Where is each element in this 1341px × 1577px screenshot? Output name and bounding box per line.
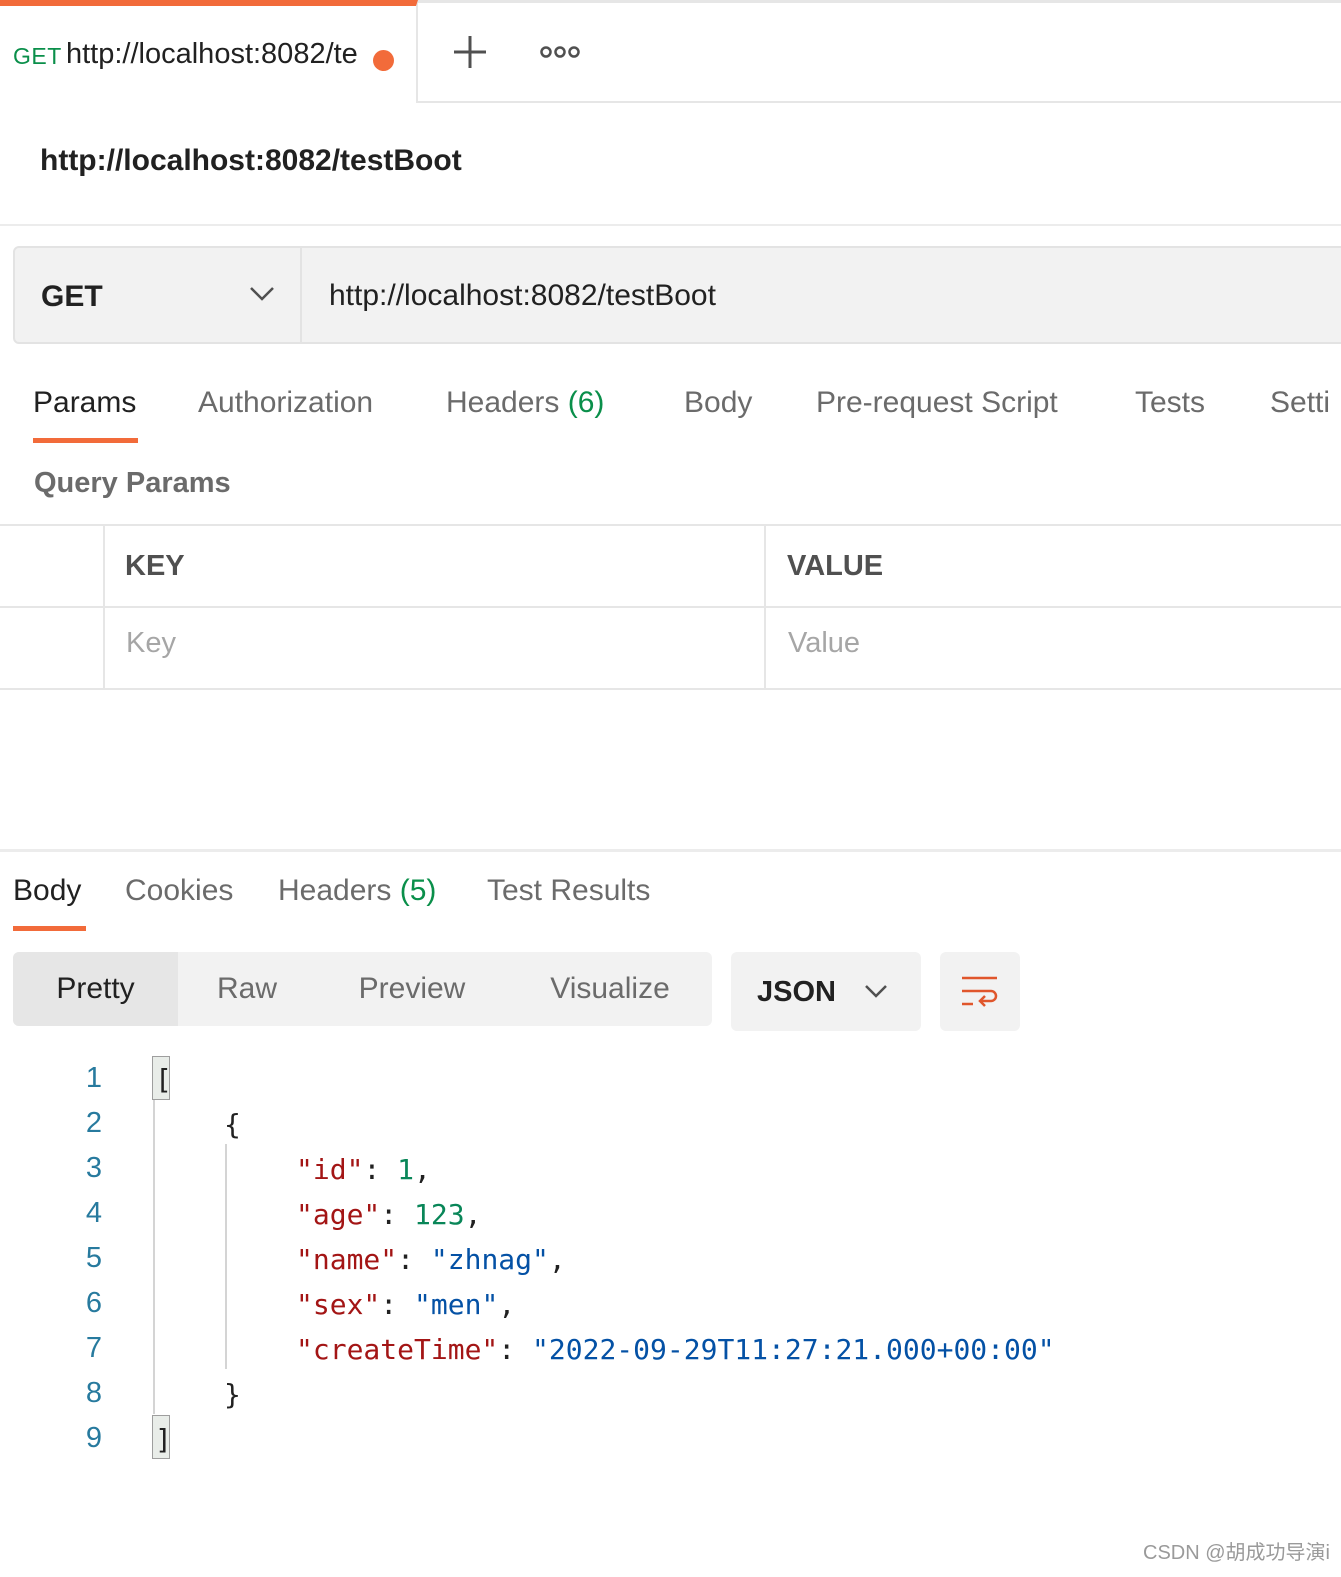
response-tab-test-results[interactable]: Test Results (487, 874, 650, 908)
json-value: "2022-09-29T11:27:21.000+00:00" (532, 1333, 1055, 1366)
wrap-lines-icon (962, 976, 998, 1007)
request-tabs: Params Authorization Headers (6) Body Pr… (0, 382, 1341, 452)
line-number: 4 (85, 1197, 102, 1229)
view-mode-visualize[interactable]: Visualize (508, 952, 712, 1026)
param-value-input[interactable] (788, 608, 1333, 678)
active-tab-indicator (33, 438, 138, 443)
watermark: CSDN @胡成功导演i (1143, 1542, 1330, 1564)
json-key: "name" (296, 1243, 398, 1276)
json-key: "createTime" (296, 1333, 499, 1366)
line-number: 8 (85, 1377, 102, 1409)
response-pane-divider[interactable] (0, 849, 1341, 852)
tab-params[interactable]: Params (33, 386, 136, 420)
url-input[interactable] (304, 248, 1341, 342)
more-tabs-button[interactable] (536, 36, 584, 68)
chevron-down-icon (250, 287, 274, 301)
line-number: 6 (85, 1287, 102, 1319)
query-params-table: KEY VALUE (0, 524, 1341, 690)
request-tab-method: GET (13, 43, 62, 69)
view-mode-raw[interactable]: Raw (178, 952, 316, 1026)
key-column-header: KEY (125, 550, 185, 582)
tab-headers-count: (6) (567, 386, 605, 419)
json-value: "zhnag" (430, 1243, 549, 1276)
response-tab-headers-label: Headers (278, 874, 392, 907)
response-body-viewer[interactable]: 1 2 3 4 5 6 7 8 9 [ { "id": 1, "age": 12… (0, 1054, 1341, 1474)
format-select[interactable]: JSON (731, 952, 921, 1031)
line-number: 9 (85, 1422, 102, 1454)
more-options-icon (540, 46, 580, 58)
divider (0, 224, 1341, 226)
response-tab-cookies[interactable]: Cookies (125, 874, 233, 908)
query-params-title: Query Params (34, 467, 231, 499)
tab-settings[interactable]: Setti (1270, 386, 1330, 420)
code-line: "id": 1, (296, 1153, 431, 1186)
code-line: } (224, 1378, 241, 1411)
format-select-value: JSON (757, 976, 836, 1008)
line-number: 5 (85, 1242, 102, 1274)
code-line: "createTime": "2022-09-29T11:27:21.000+0… (296, 1333, 1055, 1366)
json-key: "sex" (296, 1288, 381, 1321)
response-tab-headers[interactable]: Headers (5) (278, 874, 436, 908)
json-comma: , (464, 1198, 482, 1231)
table-border (103, 524, 105, 690)
tab-pre-request-script[interactable]: Pre-request Script (816, 386, 1058, 420)
tab-bar: GET http://localhost:8082/testBoot (0, 0, 1341, 103)
code-line: "age": 123, (296, 1198, 482, 1231)
request-tab[interactable]: GET http://localhost:8082/testBoot (0, 0, 418, 103)
tab-body[interactable]: Body (684, 386, 752, 420)
tab-tests[interactable]: Tests (1135, 386, 1205, 420)
tab-bar-border (418, 0, 1341, 3)
line-number: 7 (85, 1332, 102, 1364)
json-key: "id" (296, 1153, 364, 1186)
response-tabs: Body Cookies Headers (5) Test Results (0, 868, 1341, 938)
method-select[interactable]: GET (15, 248, 302, 342)
value-column-header: VALUE (787, 550, 884, 582)
tab-headers-label: Headers (446, 386, 560, 419)
unsaved-changes-dot (373, 50, 394, 71)
chevron-down-icon (865, 985, 887, 998)
code-line: "sex": "men", (296, 1288, 516, 1321)
table-border (764, 524, 766, 690)
param-key-input[interactable] (126, 608, 756, 678)
url-bar: GET (13, 246, 1341, 344)
json-comma: , (548, 1243, 566, 1276)
plus-icon (454, 36, 486, 68)
view-mode-preview[interactable]: Preview (316, 952, 508, 1026)
response-tab-headers-count: (5) (399, 874, 437, 907)
response-tab-body[interactable]: Body (13, 874, 81, 908)
method-select-value: GET (41, 280, 103, 313)
active-response-tab-indicator (13, 926, 86, 931)
json-key: "age" (296, 1198, 381, 1231)
line-number: 2 (85, 1107, 102, 1139)
new-tab-button[interactable] (448, 30, 492, 74)
line-number: 1 (85, 1062, 102, 1094)
json-value: 123 (414, 1198, 465, 1231)
view-mode-pretty[interactable]: Pretty (13, 952, 178, 1026)
code-line: ] (155, 1423, 172, 1456)
view-mode-selector: Pretty Raw Preview Visualize (13, 952, 712, 1026)
json-comma: , (498, 1288, 516, 1321)
indent-guide (225, 1144, 227, 1369)
code-line: [ (155, 1063, 172, 1096)
request-name[interactable]: http://localhost:8082/testBoot (40, 144, 462, 178)
code-line: "name": "zhnag", (296, 1243, 566, 1276)
request-tab-url: http://localhost:8082/testBoot (66, 38, 358, 70)
json-value: "men" (414, 1288, 499, 1321)
wrap-lines-button[interactable] (940, 952, 1020, 1031)
table-border (0, 688, 1341, 690)
tab-authorization[interactable]: Authorization (198, 386, 373, 420)
json-comma: , (414, 1153, 431, 1186)
json-value: 1 (397, 1153, 415, 1186)
tab-headers[interactable]: Headers (6) (446, 386, 604, 420)
code-line: { (224, 1108, 241, 1141)
table-border (0, 524, 1341, 526)
indent-guide (153, 1098, 155, 1414)
line-number: 3 (85, 1152, 102, 1184)
